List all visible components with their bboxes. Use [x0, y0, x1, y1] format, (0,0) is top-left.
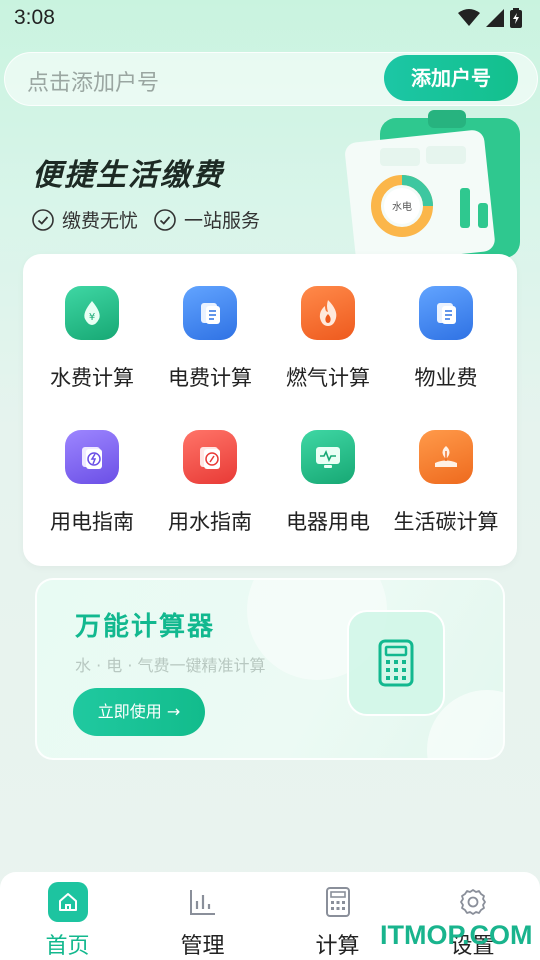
service-electric-fee[interactable]: 电费计算 [151, 254, 269, 390]
service-appliance-power[interactable]: 电器用电 [269, 398, 387, 534]
status-time: 3:08 [14, 6, 55, 29]
service-label: 用水指南 [168, 510, 252, 534]
bill-icon [183, 286, 237, 340]
search-placeholder[interactable]: 点击添加户号 [27, 65, 159, 97]
flame-icon [301, 286, 355, 340]
check-circle-icon [32, 208, 54, 231]
calculator-subtitle: 水 · 电 · 气费一键精准计算 [75, 656, 266, 675]
signal-icon [486, 9, 504, 27]
lightning-icon [65, 430, 119, 484]
service-water-fee[interactable]: ¥ 水费计算 [33, 254, 151, 390]
compass-icon [183, 430, 237, 484]
services-grid: ¥ 水费计算 电费计算 燃气计算 物业费 用电指南 用水指南 电器用电 生活碳计… [23, 254, 517, 566]
service-label: 生活碳计算 [393, 510, 499, 534]
service-gas-fee[interactable]: 燃气计算 [269, 254, 387, 390]
banner-title: 便捷生活缴费 [32, 158, 224, 193]
document-icon [419, 286, 473, 340]
water-drop-icon: ¥ [65, 286, 119, 340]
service-label: 水费计算 [50, 366, 134, 390]
service-water-guide[interactable]: 用水指南 [151, 398, 269, 534]
monitor-icon [301, 430, 355, 484]
use-now-button[interactable]: 立即使用 → [73, 688, 205, 736]
nav-home[interactable]: 首页 [0, 872, 135, 960]
service-label: 物业费 [414, 366, 478, 390]
calculator-card[interactable]: 万能计算器 水 · 电 · 气费一键精准计算 立即使用 → [35, 578, 505, 760]
service-property-fee[interactable]: 物业费 [387, 254, 505, 390]
banner-tag-label: 缴费无忧 [62, 210, 139, 232]
banner-tag-label: 一站服务 [184, 210, 261, 232]
watermark: ITMOP.COM [380, 920, 533, 950]
banner-tag: 一站服务 [154, 206, 260, 233]
service-carbon-calc[interactable]: 生活碳计算 [387, 398, 505, 534]
wifi-icon [458, 9, 480, 26]
gear-icon [453, 882, 493, 922]
battery-icon [510, 8, 522, 28]
check-circle-icon [154, 208, 176, 231]
illustration-label: 水电 [392, 200, 412, 213]
service-label: 用电指南 [50, 510, 134, 534]
service-label: 电费计算 [168, 366, 252, 390]
service-label: 燃气计算 [286, 366, 370, 390]
nav-manage[interactable]: 管理 [135, 872, 270, 960]
add-account-button[interactable]: 添加户号 [384, 55, 518, 101]
home-icon [47, 882, 88, 922]
calculator-title: 万能计算器 [75, 612, 216, 642]
service-label: 电器用电 [286, 510, 370, 534]
banner-tags: 缴费无忧 一站服务 [32, 206, 260, 233]
bar-chart-icon [183, 882, 223, 922]
status-icons [458, 8, 522, 28]
calculator-icon-box [347, 610, 445, 716]
service-power-guide[interactable]: 用电指南 [33, 398, 151, 534]
clipboard-illustration: 水电 [345, 110, 520, 258]
nav-label: 管理 [180, 934, 225, 959]
svg-text:¥: ¥ [89, 312, 95, 323]
nav-label: 首页 [45, 934, 90, 959]
leaf-hand-icon [419, 430, 473, 484]
calculator-icon [318, 882, 358, 922]
status-bar: 3:08 [0, 0, 540, 40]
calculator-icon [378, 639, 414, 687]
banner-tag: 缴费无忧 [32, 206, 138, 233]
